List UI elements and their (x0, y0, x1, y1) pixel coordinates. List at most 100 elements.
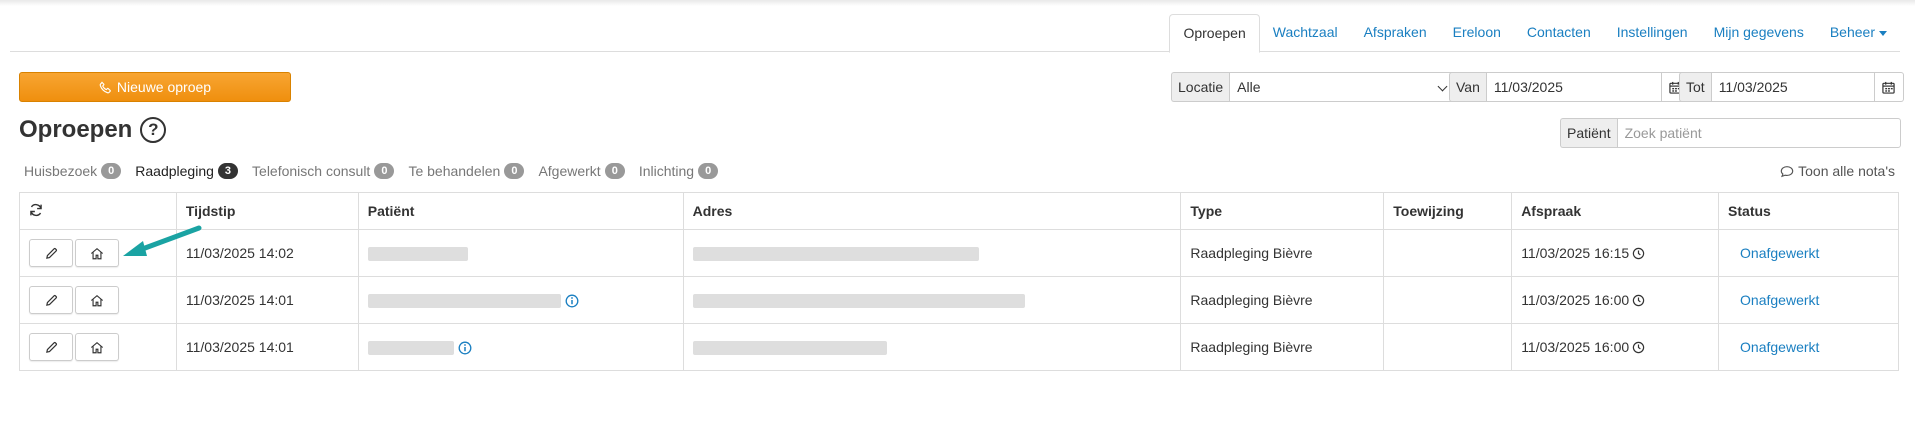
row-actions (19, 276, 177, 324)
pencil-icon (45, 247, 57, 259)
van-date-input[interactable]: 11/03/2025 (1485, 72, 1662, 102)
show-all-notes-link[interactable]: Toon alle nota's (1780, 163, 1895, 179)
redacted-address (692, 294, 1025, 309)
count-badge: 0 (504, 163, 525, 179)
refresh-header[interactable] (19, 192, 177, 230)
filter-label: Afgewerkt (538, 163, 601, 179)
table-row[interactable]: 11/03/2025 14:02 Raadpleging Bièvre 11/0… (19, 229, 1899, 277)
home-icon (90, 247, 104, 259)
count-badge: 0 (604, 163, 625, 179)
comment-icon (1780, 165, 1794, 177)
filter-label: Inlichting (638, 163, 695, 179)
cell-status: Onafgewerkt (1718, 229, 1899, 277)
pencil-icon (45, 294, 57, 306)
cell-toewijzing (1383, 276, 1513, 324)
tot-date-value: 11/03/2025 (1718, 79, 1788, 95)
edit-button[interactable] (29, 286, 73, 314)
redacted-patient (367, 294, 561, 309)
patient-search-group: Patiënt Zoek patiënt (1560, 118, 1901, 148)
new-call-button[interactable]: Nieuwe oproep (19, 72, 291, 102)
table-header-row: Tijdstip Patiënt Adres Type Toewijzing A… (19, 192, 1899, 230)
table-row[interactable]: 11/03/2025 14:01 Raadpleging Bièvre 11/0… (19, 276, 1899, 324)
cell-tijdstip: 11/03/2025 14:01 (175, 323, 359, 371)
locatie-select[interactable]: Alle (1229, 72, 1456, 102)
info-icon[interactable] (565, 294, 579, 308)
filter-label: Telefonisch consult (252, 163, 371, 179)
tab-afspraken[interactable]: Afspraken (1351, 14, 1440, 51)
afspraak-value: 11/03/2025 16:00 (1521, 339, 1630, 355)
home-icon (90, 294, 104, 306)
tab-instellingen[interactable]: Instellingen (1604, 14, 1701, 51)
help-icon[interactable]: ? (140, 117, 167, 143)
status-link[interactable]: Onafgewerkt (1728, 339, 1819, 355)
pencil-icon (45, 341, 57, 353)
redacted-address (692, 341, 887, 356)
filter-te-behandelen[interactable]: Te behandelen 0 (408, 163, 525, 179)
cell-adres (682, 229, 1182, 277)
cell-adres (682, 276, 1182, 324)
annotation-arrow-icon (123, 225, 202, 256)
cell-adres (682, 323, 1182, 371)
col-adres: Adres (682, 192, 1182, 230)
cell-patient (357, 323, 684, 371)
col-status: Status (1718, 192, 1899, 230)
table-row[interactable]: 11/03/2025 14:01 Raadpleging Bièvre 11/0… (19, 323, 1899, 371)
cell-toewijzing (1383, 229, 1513, 277)
show-all-notes-label: Toon alle nota's (1798, 163, 1895, 179)
cell-type: Raadpleging Bièvre (1180, 276, 1385, 324)
filter-telefonisch-consult[interactable]: Telefonisch consult 0 (252, 163, 395, 179)
count-badge: 3 (217, 163, 239, 179)
edit-button[interactable] (29, 333, 73, 361)
new-call-label: Nieuwe oproep (116, 79, 212, 95)
home-button[interactable] (75, 239, 119, 267)
filter-label: Te behandelen (408, 163, 501, 179)
filter-afgewerkt[interactable]: Afgewerkt 0 (538, 163, 625, 179)
patient-search-input[interactable]: Zoek patiënt (1616, 118, 1901, 148)
clock-icon (1632, 341, 1645, 354)
van-group: Van 11/03/2025 (1449, 72, 1691, 102)
cell-status: Onafgewerkt (1718, 323, 1899, 371)
tot-label: Tot (1679, 72, 1711, 102)
cell-afspraak: 11/03/2025 16:00 (1511, 323, 1720, 371)
calendar-icon (1882, 81, 1895, 94)
clock-icon (1632, 294, 1645, 307)
col-type: Type (1180, 192, 1385, 230)
status-link[interactable]: Onafgewerkt (1728, 292, 1819, 308)
filter-huisbezoek[interactable]: Huisbezoek 0 (24, 163, 122, 179)
locatie-label: Locatie (1171, 72, 1230, 102)
cell-patient (357, 276, 684, 324)
info-icon[interactable] (458, 341, 472, 355)
tab-beheer-label: Beheer (1829, 24, 1875, 40)
nav-tabs: Oproepen Wachtzaal Afspraken Ereloon Con… (1169, 14, 1900, 53)
home-button[interactable] (75, 333, 119, 361)
col-patient: Patiënt (357, 192, 684, 230)
tot-date-input[interactable]: 11/03/2025 (1710, 72, 1875, 102)
count-badge: 0 (374, 163, 395, 179)
page-title: Oproepen (19, 116, 133, 143)
edit-button[interactable] (29, 239, 73, 267)
filter-label: Huisbezoek (24, 163, 98, 179)
filter-inlichting[interactable]: Inlichting 0 (638, 163, 719, 179)
col-afspraak: Afspraak (1511, 192, 1720, 230)
cell-tijdstip: 11/03/2025 14:01 (175, 276, 359, 324)
tab-ereloon[interactable]: Ereloon (1440, 14, 1514, 51)
filter-label: Raadpleging (135, 163, 214, 179)
cell-toewijzing (1383, 323, 1513, 371)
cell-patient (357, 229, 684, 277)
home-button[interactable] (75, 286, 119, 314)
redacted-patient (367, 341, 454, 356)
tab-beheer[interactable]: Beheer (1817, 14, 1900, 51)
status-link[interactable]: Onafgewerkt (1728, 245, 1819, 261)
tab-mijn-gegevens[interactable]: Mijn gegevens (1701, 14, 1817, 51)
tab-oproepen[interactable]: Oproepen (1169, 14, 1260, 53)
main-nav: Oproepen Wachtzaal Afspraken Ereloon Con… (10, 14, 1900, 53)
clock-icon (1632, 247, 1645, 260)
filter-raadpleging[interactable]: Raadpleging 3 (135, 163, 239, 179)
phone-icon (99, 81, 111, 93)
tab-contacten[interactable]: Contacten (1514, 14, 1604, 51)
tab-wachtzaal[interactable]: Wachtzaal (1260, 14, 1351, 51)
tot-calendar-button[interactable] (1874, 72, 1904, 102)
cell-afspraak: 11/03/2025 16:15 (1511, 229, 1720, 277)
caret-down-icon (1879, 30, 1887, 36)
van-label: Van (1449, 72, 1486, 102)
